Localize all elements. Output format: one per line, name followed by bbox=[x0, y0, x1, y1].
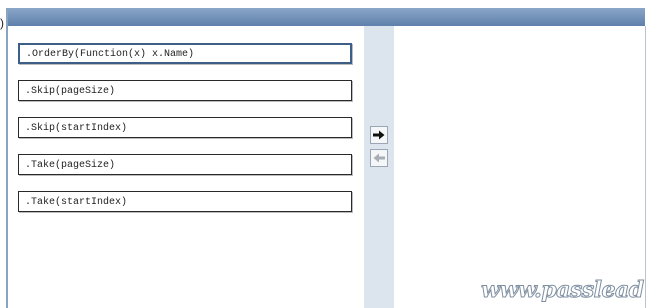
source-item-take-pagesize[interactable]: .Take(pageSize) bbox=[18, 154, 352, 175]
target-panel[interactable] bbox=[394, 26, 646, 308]
source-panel: .OrderBy(Function(x) x.Name) .Skip(pageS… bbox=[8, 26, 364, 308]
source-item-orderby[interactable]: .OrderBy(Function(x) x.Name) bbox=[18, 43, 352, 64]
header-bar bbox=[8, 8, 645, 26]
arrow-right-icon bbox=[373, 130, 385, 140]
move-right-button[interactable] bbox=[370, 126, 388, 144]
source-item-take-startindex[interactable]: .Take(startIndex) bbox=[18, 191, 352, 212]
source-item-skip-pagesize[interactable]: .Skip(pageSize) bbox=[18, 80, 352, 101]
button-gutter bbox=[364, 26, 394, 308]
move-left-button[interactable] bbox=[370, 149, 388, 167]
arrow-left-icon bbox=[373, 153, 385, 163]
watermark-text: www.passlead bbox=[481, 277, 645, 304]
source-item-skip-startindex[interactable]: .Skip(startIndex) bbox=[18, 117, 352, 138]
